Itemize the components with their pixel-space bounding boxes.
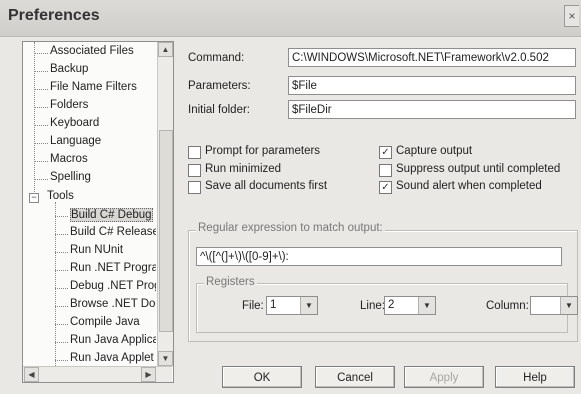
close-icon[interactable]: × [564,5,579,27]
registers-group-title: Registers [204,276,257,288]
chevron-down-icon[interactable]: ▼ [560,297,577,314]
scroll-left-arrow-icon[interactable]: ◀ [24,367,39,382]
tree-connector-line [55,360,68,361]
tree-connector-line [34,161,48,162]
initial-folder-field[interactable]: $FileDir [288,100,576,119]
tree-item-run-java-application[interactable]: Run Java Application [70,334,156,346]
tree-connector-line [55,216,68,217]
category-tree[interactable]: Associated Files Backup File Name Filters F… [22,41,174,383]
tree-vertical-scrollbar[interactable]: ▲ ▼ [157,42,173,366]
tree-item-browse-net-doc[interactable]: Browse .NET Doc [70,298,156,310]
ok-button[interactable]: OK [222,366,302,388]
line-register-select[interactable]: 2 ▼ [384,296,436,315]
tree-item-folders[interactable]: Folders [50,99,88,111]
tree-item-run-nunit[interactable]: Run NUnit [70,244,123,256]
column-register-select[interactable]: ▼ [530,296,578,315]
regex-field[interactable]: ^\([^(]+\)\([0-9]+\): [196,247,562,266]
initial-folder-label: Initial folder: [188,104,251,116]
scroll-up-arrow-icon[interactable]: ▲ [158,42,173,57]
line-register-label: Line: [360,300,385,312]
cancel-button[interactable]: Cancel [315,366,395,388]
checkbox-box[interactable]: ✓ [379,146,392,159]
checkbox-label: Suppress output until completed [396,163,561,175]
checkbox-box[interactable] [188,146,201,159]
tree-item-macros[interactable]: Macros [50,153,88,165]
tree-connector-line [34,53,48,54]
tree-connector-line [34,179,48,180]
tree-item-tools[interactable]: Tools [47,190,74,202]
window-title: Preferences [8,7,100,24]
help-button[interactable]: Help [495,366,575,388]
tree-item-file-name-filters[interactable]: File Name Filters [50,81,137,93]
checkbox-box[interactable] [188,181,201,194]
scroll-right-arrow-icon[interactable]: ▶ [141,367,156,382]
tree-item-run-java-applet[interactable]: Run Java Applet [70,352,154,364]
checkbox-label: Prompt for parameters [205,145,321,157]
tree-item-spelling[interactable]: Spelling [50,171,91,183]
tree-item-build-c-release[interactable]: Build C# Release [70,226,156,238]
command-field[interactable]: C:\WINDOWS\Microsoft.NET\Framework\v2.0.… [288,48,576,67]
parameters-label: Parameters: [188,80,251,92]
collapse-tree-icon[interactable]: − [29,193,39,203]
tree-item-debug-net-program[interactable]: Debug .NET Program [70,280,156,292]
checkbox-label: Capture output [396,145,473,157]
checkbox-label: Run minimized [205,163,282,175]
tree-connector-line [55,252,68,253]
tree-connector-line [34,42,35,196]
tree-connector-line [34,71,48,72]
tree-connector-line [34,125,48,126]
regex-group-title: Regular expression to match output: [196,222,385,234]
apply-button[interactable]: Apply [404,366,484,388]
tree-connector-line [34,107,48,108]
tree-connector-line [34,143,48,144]
checkbox-label: Save all documents first [205,180,328,192]
tree-item-build-c-debug[interactable]: Build C# Debug [70,208,153,222]
tree-item-associated-files[interactable]: Associated Files [50,45,134,57]
tree-connector-line [55,234,68,235]
command-label: Command: [188,52,245,64]
file-register-value: 1 [270,299,277,311]
chevron-down-icon[interactable]: ▼ [418,297,435,314]
tree-connector-line [55,342,68,343]
column-register-label: Column: [486,300,529,312]
tree-connector-line [55,270,68,271]
line-register-value: 2 [388,299,395,311]
tree-item-backup[interactable]: Backup [50,63,88,75]
tree-connector-line [55,288,68,289]
tree-item-keyboard[interactable]: Keyboard [50,117,99,129]
tree-connector-line [55,324,68,325]
scroll-thumb[interactable] [159,130,173,332]
tree-connector-line [34,89,48,90]
checkbox-label: Sound alert when completed [396,180,542,192]
title-bar: Preferences × [0,0,581,37]
checkbox-box[interactable]: ✓ [379,181,392,194]
tree-connector-line [55,306,68,307]
checkbox-box[interactable] [188,164,201,177]
tree-item-compile-java[interactable]: Compile Java [70,316,140,328]
file-register-label: File: [242,300,264,312]
parameters-field[interactable]: $File [288,76,576,95]
tree-horizontal-scrollbar[interactable]: ◀ ▶ [23,366,172,382]
tree-item-language[interactable]: Language [50,135,101,147]
scroll-down-arrow-icon[interactable]: ▼ [158,351,173,366]
tree-item-run-net-program[interactable]: Run .NET Program [70,262,156,274]
file-register-select[interactable]: 1 ▼ [266,296,318,315]
chevron-down-icon[interactable]: ▼ [300,297,317,314]
checkbox-box[interactable] [379,164,392,177]
